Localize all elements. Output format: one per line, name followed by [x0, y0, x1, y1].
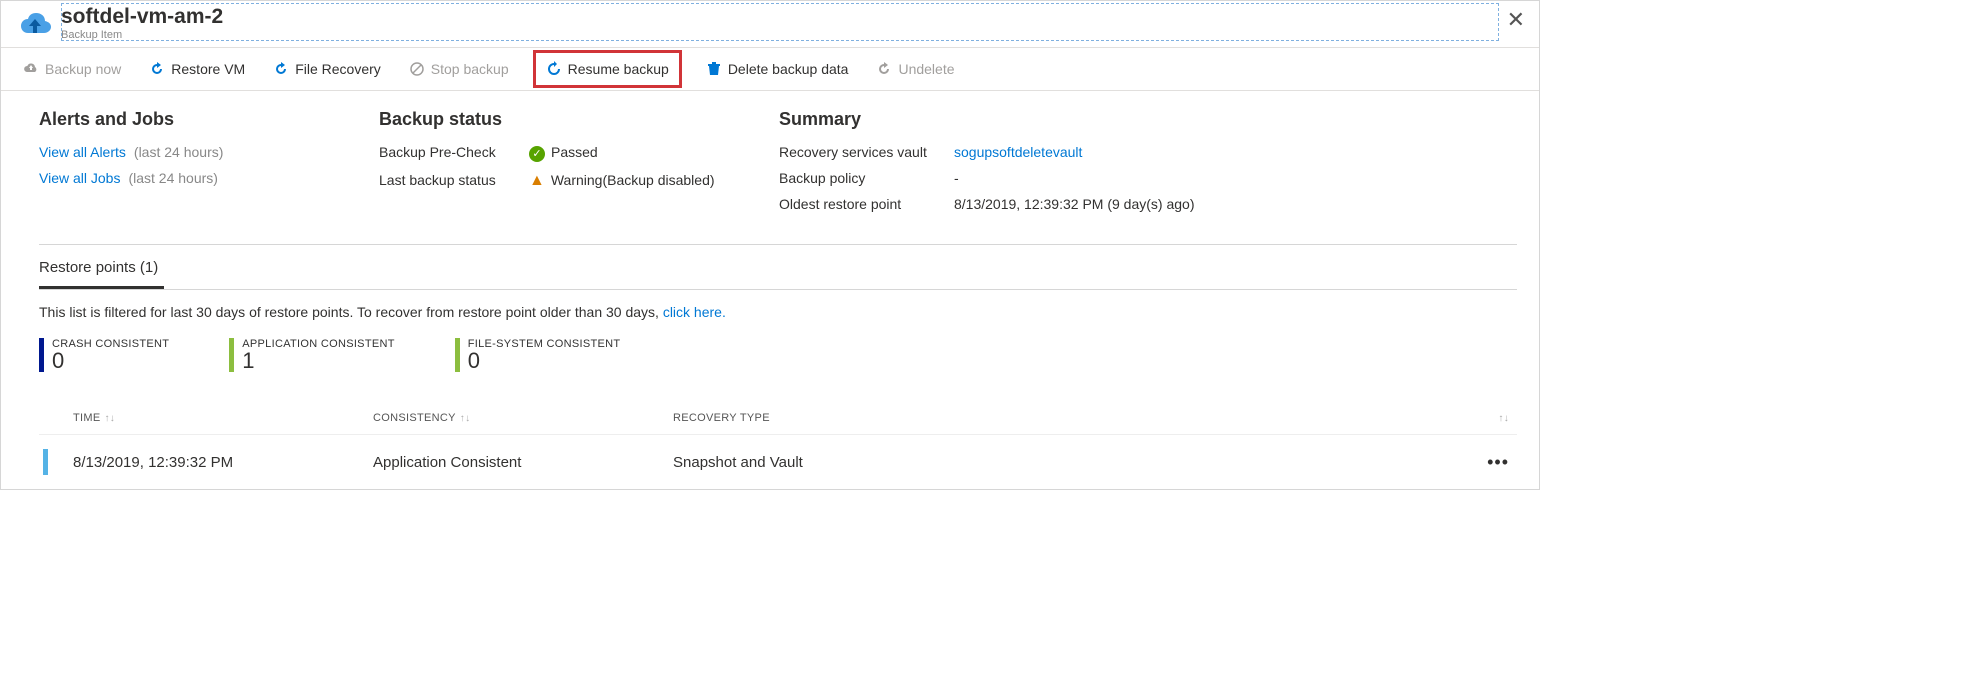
section-title-alerts: Alerts and Jobs — [39, 109, 319, 130]
col-consistency[interactable]: CONSISTENCY↑↓ — [373, 412, 673, 424]
table-row[interactable]: 8/13/2019, 12:39:32 PM Application Consi… — [39, 435, 1517, 489]
page-title: softdel-vm-am-2 — [61, 5, 223, 29]
cell-time: 8/13/2019, 12:39:32 PM — [73, 454, 373, 471]
page-subtitle: Backup Item — [61, 29, 223, 41]
stop-backup-button: Stop backup — [405, 55, 513, 83]
col-recovery[interactable]: RECOVERY TYPE — [673, 412, 1477, 424]
application-consistent-counter: APPLICATION CONSISTENT 1 — [229, 338, 394, 372]
restore-points-table: TIME↑↓ CONSISTENCY↑↓ RECOVERY TYPE ↑↓ 8/… — [39, 402, 1517, 489]
col-time[interactable]: TIME↑↓ — [73, 412, 373, 424]
undelete-button: Undelete — [872, 55, 958, 83]
filter-message: This list is filtered for last 30 days o… — [39, 304, 1517, 320]
section-title-backup-status: Backup status — [379, 109, 719, 130]
view-all-alerts-link[interactable]: View all Alerts — [39, 144, 126, 160]
restore-vm-button[interactable]: Restore VM — [145, 55, 249, 83]
refresh-icon — [546, 61, 562, 77]
prohibit-icon — [409, 61, 425, 77]
alerts-range: (last 24 hours) — [134, 144, 223, 160]
trash-icon — [706, 61, 722, 77]
resume-backup-highlight: Resume backup — [533, 50, 682, 88]
row-context-menu[interactable]: ••• — [1477, 452, 1517, 473]
sort-icon: ↑↓ — [460, 413, 471, 424]
command-bar: Backup now Restore VM File Recovery Stop… — [1, 47, 1539, 91]
crash-consistent-counter: CRASH CONSISTENT 0 — [39, 338, 169, 372]
cell-recovery: Snapshot and Vault — [673, 454, 1477, 471]
row-consistency-bar — [43, 449, 48, 475]
blade-header: softdel-vm-am-2 Backup Item ✕ — [1, 1, 1539, 43]
alerts-section: Alerts and Jobs View all Alerts (last 24… — [39, 109, 319, 222]
delete-backup-button[interactable]: Delete backup data — [702, 55, 853, 83]
vault-label: Recovery services vault — [779, 144, 954, 160]
view-all-jobs-link[interactable]: View all Jobs — [39, 170, 120, 186]
warning-icon: ▲ — [529, 172, 545, 189]
file-recovery-button[interactable]: File Recovery — [269, 55, 385, 83]
precheck-value: Passed — [551, 144, 598, 160]
sort-icon: ↑↓ — [1498, 413, 1509, 424]
undo-icon — [273, 61, 289, 77]
tab-bar: Restore points (1) — [39, 249, 1517, 290]
jobs-range: (last 24 hours) — [128, 170, 217, 186]
check-icon: ✓ — [529, 146, 545, 162]
section-title-summary: Summary — [779, 109, 1194, 130]
undo-icon — [149, 61, 165, 77]
tab-restore-points[interactable]: Restore points (1) — [39, 249, 164, 289]
undo-icon — [876, 61, 892, 77]
summary-section: Summary Recovery services vault sogupsof… — [779, 109, 1194, 222]
lastbackup-label: Last backup status — [379, 172, 529, 190]
cell-consistency: Application Consistent — [373, 454, 673, 471]
backup-now-button: Backup now — [19, 55, 125, 83]
cloud-backup-icon — [23, 61, 39, 77]
backup-item-icon — [17, 7, 53, 43]
file-system-consistent-counter: FILE-SYSTEM CONSISTENT 0 — [455, 338, 621, 372]
oldest-label: Oldest restore point — [779, 196, 954, 212]
policy-label: Backup policy — [779, 170, 954, 186]
policy-value: - — [954, 170, 959, 186]
vault-link[interactable]: sogupsoftdeletevault — [954, 144, 1082, 160]
precheck-label: Backup Pre-Check — [379, 144, 529, 162]
click-here-link[interactable]: click here. — [663, 304, 726, 320]
consistency-counters: CRASH CONSISTENT 0 APPLICATION CONSISTEN… — [39, 338, 1517, 372]
oldest-value: 8/13/2019, 12:39:32 PM (9 day(s) ago) — [954, 196, 1194, 212]
backup-status-section: Backup status Backup Pre-Check ✓ Passed L… — [379, 109, 719, 222]
lastbackup-value: Warning(Backup disabled) — [551, 172, 715, 188]
divider — [39, 244, 1517, 245]
resume-backup-button[interactable]: Resume backup — [542, 55, 673, 83]
sort-icon: ↑↓ — [104, 413, 115, 424]
close-button[interactable]: ✕ — [1507, 9, 1525, 31]
